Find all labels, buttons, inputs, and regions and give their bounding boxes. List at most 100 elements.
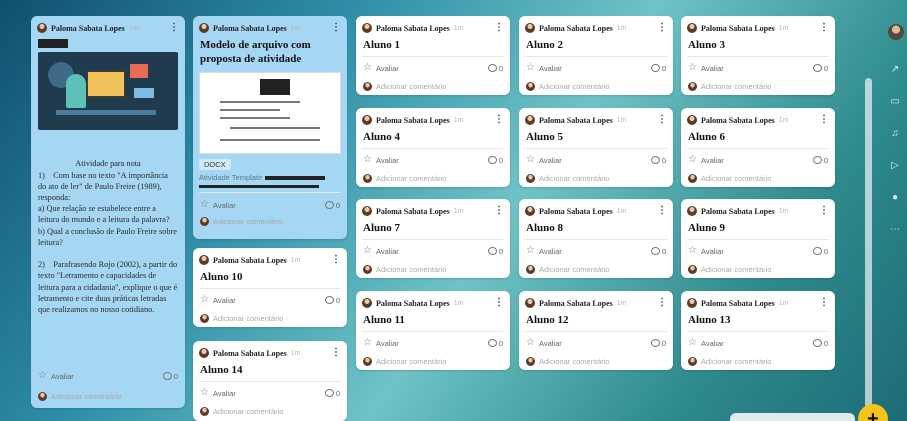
comment-row[interactable]: Adicionar comentário xyxy=(681,353,835,369)
comment-count[interactable]: 0 xyxy=(324,389,340,398)
comment-input[interactable]: Adicionar comentário xyxy=(539,174,609,183)
settings-icon[interactable]: ● xyxy=(888,190,902,204)
star-icon[interactable]: ☆ xyxy=(688,338,697,348)
rate-button[interactable]: Avaliar xyxy=(51,372,74,381)
comment-row[interactable]: Adicionar comentário xyxy=(356,261,510,277)
comment-count[interactable]: 0 xyxy=(650,247,666,256)
comment-count[interactable]: 0 xyxy=(487,247,503,256)
comment-count[interactable]: 0 xyxy=(487,64,503,73)
comment-count[interactable]: 0 xyxy=(812,339,828,348)
star-icon[interactable]: ☆ xyxy=(363,246,372,256)
star-icon[interactable]: ☆ xyxy=(200,295,209,305)
post-menu-icon[interactable]: ⋮ xyxy=(819,298,829,308)
comment-input[interactable]: Adicionar comentário xyxy=(51,392,121,401)
more-icon[interactable]: ⋯ xyxy=(888,222,902,236)
student-card[interactable]: Paloma Sabata Lopes 1m ⋮ Aluno 3 ☆ Avaliar 0 Ad… xyxy=(681,16,835,95)
comment-input[interactable]: Adicionar comentário xyxy=(376,357,446,366)
document-preview[interactable] xyxy=(199,72,341,154)
comment-input[interactable]: Adicionar comentário xyxy=(701,174,771,183)
student-card[interactable]: Paloma Sabata Lopes 1m ⋮ Aluno 10 ☆ Avaliar 0 A… xyxy=(193,248,347,327)
post-menu-icon[interactable]: ⋮ xyxy=(657,115,667,125)
star-icon[interactable]: ☆ xyxy=(200,200,209,210)
user-avatar[interactable] xyxy=(888,24,904,40)
comment-input[interactable]: Adicionar comentário xyxy=(701,82,771,91)
star-icon[interactable]: ☆ xyxy=(363,63,372,73)
post-menu-icon[interactable]: ⋮ xyxy=(819,206,829,216)
star-icon[interactable]: ☆ xyxy=(688,246,697,256)
student-card[interactable]: Paloma Sabata Lopes 1m ⋮ Aluno 11 ☆ Avaliar 0 A… xyxy=(356,291,510,370)
star-icon[interactable]: ☆ xyxy=(526,63,535,73)
comment-input[interactable]: Adicionar comentário xyxy=(376,174,446,183)
student-card[interactable]: Paloma Sabata Lopes 1m ⋮ Aluno 8 ☆ Avaliar 0 Ad… xyxy=(519,199,673,278)
star-icon[interactable]: ☆ xyxy=(38,371,47,381)
comment-count[interactable]: 0 xyxy=(162,372,178,381)
rate-button[interactable]: Avaliar xyxy=(376,247,399,256)
post-menu-icon[interactable]: ⋮ xyxy=(494,115,504,125)
star-icon[interactable]: ☆ xyxy=(688,63,697,73)
comment-input[interactable]: Adicionar comentário xyxy=(539,357,609,366)
rate-button[interactable]: Avaliar xyxy=(701,64,724,73)
comment-row[interactable]: Adicionar comentário xyxy=(356,78,510,94)
rate-button[interactable]: Avaliar xyxy=(376,156,399,165)
comment-input[interactable]: Adicionar comentário xyxy=(539,265,609,274)
comment-input[interactable]: Adicionar comentário xyxy=(213,217,283,226)
slideshow-icon[interactable]: ▭ xyxy=(888,94,902,108)
comment-input[interactable]: Adicionar comentário xyxy=(213,314,283,323)
comment-row[interactable]: Adicionar comentário xyxy=(681,78,835,94)
comment-row[interactable]: Adicionar comentário xyxy=(681,170,835,186)
comment-count[interactable]: 0 xyxy=(650,64,666,73)
star-icon[interactable]: ☆ xyxy=(526,155,535,165)
bell-icon[interactable]: ♫ xyxy=(888,126,902,140)
comment-row[interactable]: Adicionar comentário xyxy=(356,353,510,369)
comment-count[interactable]: 0 xyxy=(487,156,503,165)
comment-row[interactable]: Adicionar comentário xyxy=(356,170,510,186)
comment-count[interactable]: 0 xyxy=(812,64,828,73)
student-card[interactable]: Paloma Sabata Lopes 1m ⋮ Aluno 6 ☆ Avaliar 0 Ad… xyxy=(681,108,835,187)
bottom-panel-tab[interactable] xyxy=(730,413,855,421)
post-menu-icon[interactable]: ⋮ xyxy=(657,206,667,216)
rate-button[interactable]: Avaliar xyxy=(701,156,724,165)
comment-input[interactable]: Adicionar comentário xyxy=(376,265,446,274)
comment-count[interactable]: 0 xyxy=(812,247,828,256)
post-menu-icon[interactable]: ⋮ xyxy=(657,23,667,33)
comment-count[interactable]: 0 xyxy=(324,296,340,305)
comment-row[interactable]: Adicionar comentário xyxy=(519,78,673,94)
rate-button[interactable]: Avaliar xyxy=(213,389,236,398)
post-menu-icon[interactable]: ⋮ xyxy=(494,298,504,308)
rate-button[interactable]: Avaliar xyxy=(213,296,236,305)
rate-button[interactable]: Avaliar xyxy=(539,64,562,73)
template-card[interactable]: Paloma Sabata Lopes 1m ⋮ Modelo de arqui… xyxy=(193,16,347,239)
post-menu-icon[interactable]: ⋮ xyxy=(819,23,829,33)
student-card[interactable]: Paloma Sabata Lopes 1m ⋮ Aluno 12 ☆ Avaliar 0 A… xyxy=(519,291,673,370)
post-menu-icon[interactable]: ⋮ xyxy=(169,23,179,33)
student-card[interactable]: Paloma Sabata Lopes 1m ⋮ Aluno 5 ☆ Avaliar 0 Ad… xyxy=(519,108,673,187)
post-menu-icon[interactable]: ⋮ xyxy=(494,206,504,216)
rate-button[interactable]: Avaliar xyxy=(539,247,562,256)
rate-button[interactable]: Avaliar xyxy=(376,339,399,348)
comment-row[interactable]: Adicionar comentário xyxy=(193,310,347,326)
comment-input[interactable]: Adicionar comentário xyxy=(213,407,283,416)
star-icon[interactable]: ☆ xyxy=(526,338,535,348)
comment-count[interactable]: 0 xyxy=(650,339,666,348)
post-menu-icon[interactable]: ⋮ xyxy=(657,298,667,308)
rate-button[interactable]: Avaliar xyxy=(376,64,399,73)
comment-row[interactable]: Adicionar comentário xyxy=(519,261,673,277)
post-menu-icon[interactable]: ⋮ xyxy=(494,23,504,33)
star-icon[interactable]: ☆ xyxy=(526,246,535,256)
comment-count[interactable]: 0 xyxy=(812,156,828,165)
student-card[interactable]: Paloma Sabata Lopes 1m ⋮ Aluno 4 ☆ Avaliar 0 Ad… xyxy=(356,108,510,187)
activity-card[interactable]: Paloma Sabata Lopes 1m ⋮ Atividade para … xyxy=(31,16,185,408)
student-card[interactable]: Paloma Sabata Lopes 1m ⋮ Aluno 14 ☆ Avaliar 0 A… xyxy=(193,341,347,421)
rate-button[interactable]: Avaliar xyxy=(213,201,236,210)
star-icon[interactable]: ☆ xyxy=(363,155,372,165)
student-card[interactable]: Paloma Sabata Lopes 1m ⋮ Aluno 13 ☆ Avaliar 0 A… xyxy=(681,291,835,370)
comment-count[interactable]: 0 xyxy=(324,201,340,210)
rate-button[interactable]: Avaliar xyxy=(539,156,562,165)
rate-button[interactable]: Avaliar xyxy=(701,247,724,256)
comment-row[interactable]: Adicionar comentário xyxy=(193,213,347,229)
post-menu-icon[interactable]: ⋮ xyxy=(819,115,829,125)
comment-input[interactable]: Adicionar comentário xyxy=(701,357,771,366)
activity-illustration[interactable] xyxy=(38,52,178,130)
post-menu-icon[interactable]: ⋮ xyxy=(331,255,341,265)
student-card[interactable]: Paloma Sabata Lopes 1m ⋮ Aluno 7 ☆ Avaliar 0 Ad… xyxy=(356,199,510,278)
